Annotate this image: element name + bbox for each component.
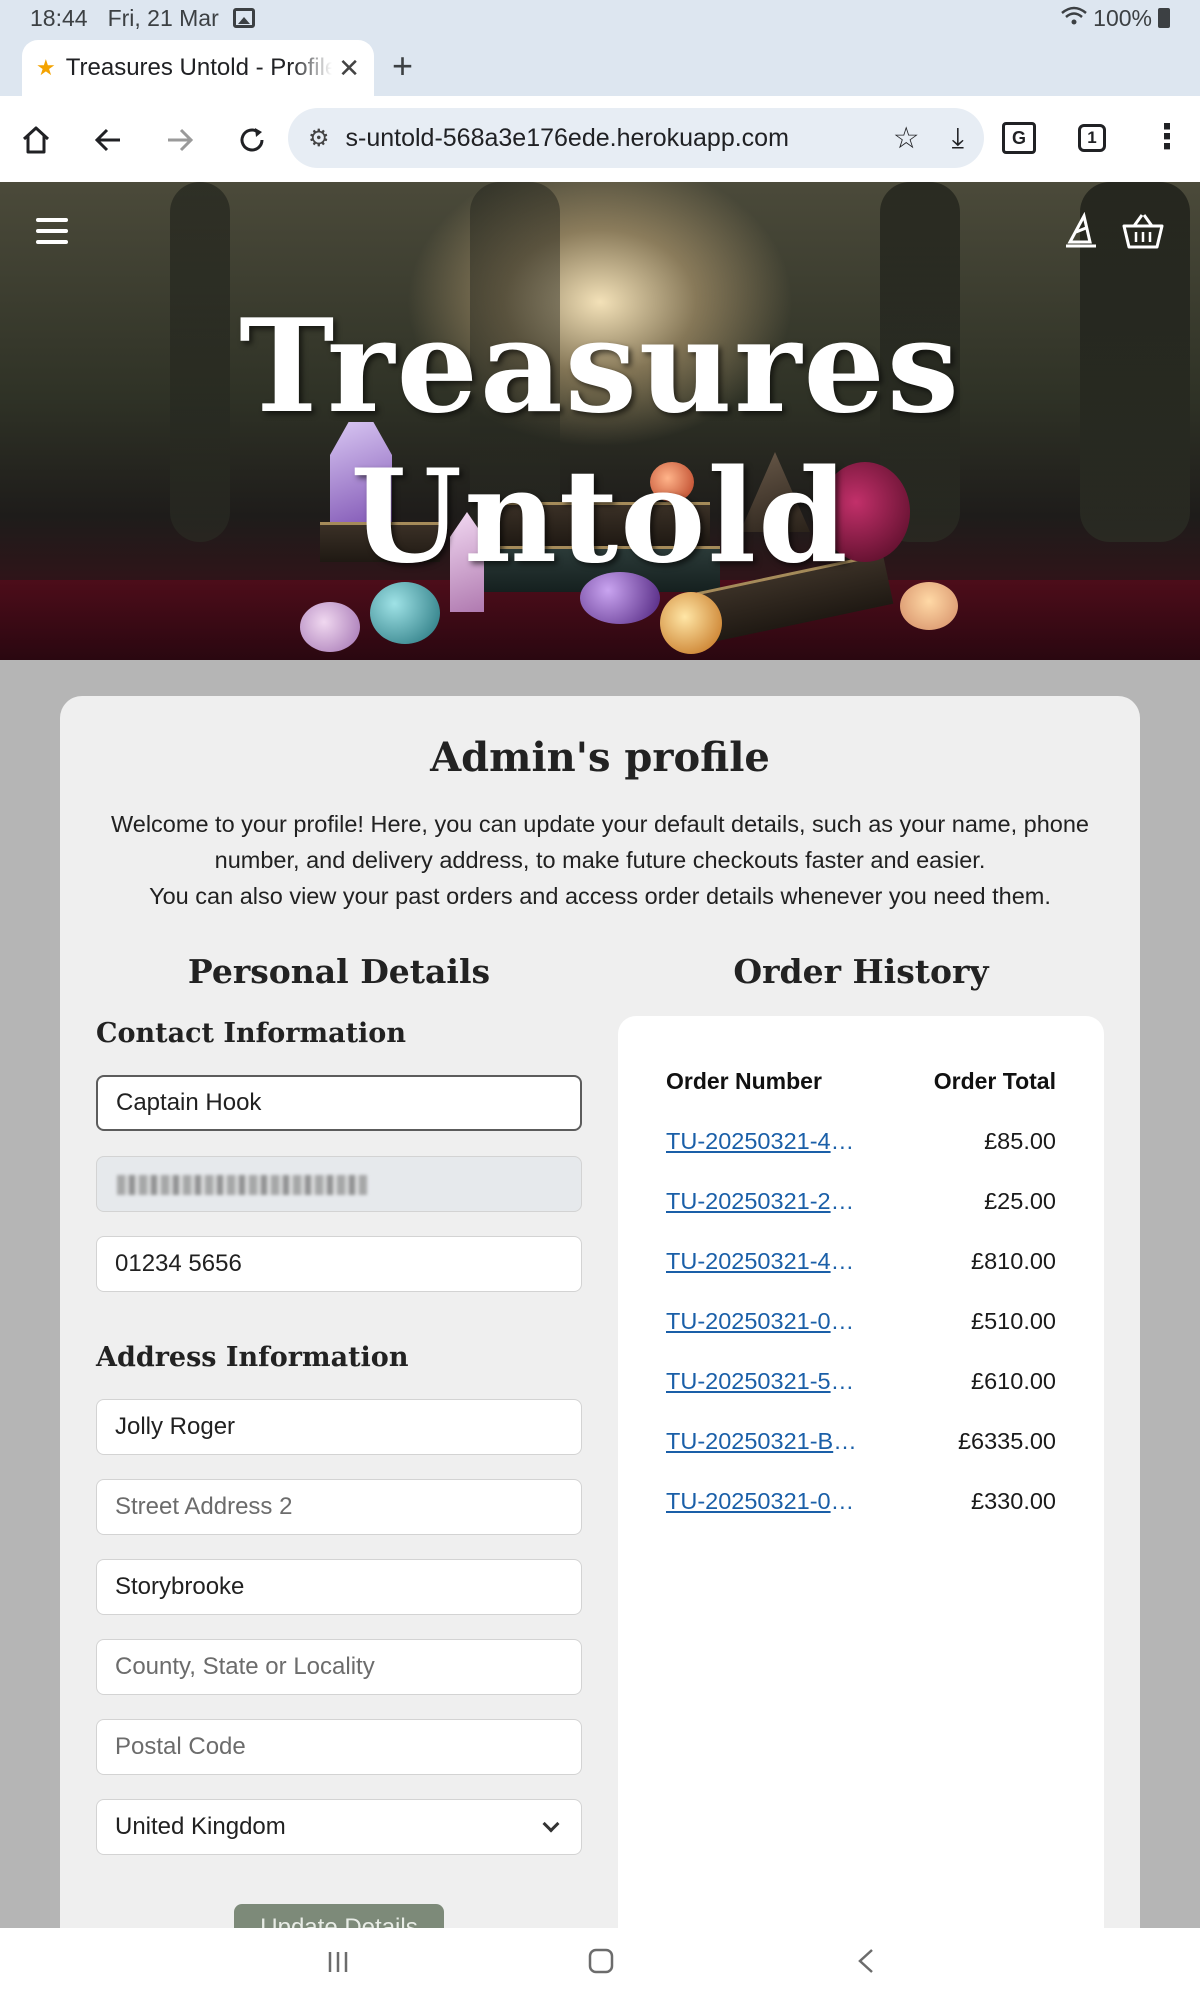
- order-row: TU-20250321-0C... £510.00: [618, 1308, 1104, 1348]
- hero-banner: Treasures Untold: [0, 182, 1200, 660]
- bookmark-star-icon[interactable]: ☆: [893, 121, 920, 156]
- address-bar[interactable]: ⚙ s-untold-568a3e176ede.herokuapp.com ☆ …: [288, 108, 984, 168]
- order-row: TU-20250321-00... £330.00: [618, 1488, 1104, 1528]
- chevron-down-icon: [542, 1815, 560, 1833]
- order-number-link[interactable]: TU-20250321-46...: [666, 1248, 862, 1275]
- order-number-link[interactable]: TU-20250321-5B...: [666, 1368, 862, 1395]
- order-row: TU-20250321-2B... £25.00: [618, 1188, 1104, 1228]
- address-information-heading: Address Information: [96, 1342, 409, 1373]
- order-row: TU-20250321-5B... £610.00: [618, 1368, 1104, 1408]
- order-number-link[interactable]: TU-20250321-0C...: [666, 1308, 862, 1335]
- town-city-field[interactable]: [96, 1559, 582, 1615]
- wifi-icon: [1061, 5, 1087, 32]
- battery-icon: [1158, 8, 1170, 28]
- profile-card: Admin's profile Welcome to your profile!…: [60, 696, 1140, 1944]
- download-icon[interactable]: ⤓: [952, 122, 964, 155]
- system-navigation-bar: [0, 1928, 1200, 2000]
- country-value: United Kingdom: [115, 1813, 286, 1840]
- browser-toolbar: ⚙ s-untold-568a3e176ede.herokuapp.com ☆ …: [0, 96, 1200, 182]
- battery-percent: 100%: [1093, 4, 1152, 31]
- recent-apps-icon[interactable]: [326, 1948, 350, 1982]
- page-title: Admin's profile: [430, 734, 770, 781]
- order-history-heading: Order History: [733, 952, 989, 991]
- gallery-icon: [232, 8, 255, 28]
- order-total: £25.00: [984, 1188, 1056, 1214]
- back-nav-icon[interactable]: [856, 1948, 876, 1982]
- reload-icon[interactable]: [230, 118, 274, 162]
- intro-text-1: Welcome to your profile! Here, you can u…: [111, 811, 1089, 873]
- full-name-field[interactable]: [96, 1075, 582, 1131]
- county-field[interactable]: [96, 1639, 582, 1695]
- genie-lamp-favicon-icon: ★: [36, 55, 56, 80]
- more-menu-icon[interactable]: ⋮: [1150, 120, 1184, 154]
- order-total: £810.00: [971, 1248, 1056, 1274]
- street-address-1-field[interactable]: [96, 1399, 582, 1455]
- translate-icon[interactable]: G: [1002, 122, 1036, 154]
- order-number-link[interactable]: TU-20250321-4B...: [666, 1128, 862, 1155]
- order-total: £610.00: [971, 1368, 1056, 1394]
- clear-crystal-decoration: [300, 602, 360, 652]
- order-number-link[interactable]: TU-20250321-2B...: [666, 1188, 862, 1215]
- order-row: TU-20250321-4B... £85.00: [618, 1128, 1104, 1168]
- site-title: Treasures Untold: [239, 292, 961, 592]
- status-date: Fri, 21 Mar: [107, 4, 219, 31]
- order-history-panel: Order Number Order Total TU-20250321-4B.…: [618, 1016, 1104, 1936]
- amber-orb-decoration: [660, 592, 722, 654]
- country-select[interactable]: United Kingdom: [96, 1799, 582, 1855]
- order-total: £510.00: [971, 1308, 1056, 1334]
- order-number-link[interactable]: TU-20250321-00...: [666, 1488, 862, 1515]
- hamburger-menu-icon[interactable]: [36, 218, 68, 251]
- contact-information-heading: Contact Information: [96, 1018, 406, 1049]
- order-row: TU-20250321-46... £810.00: [618, 1248, 1104, 1288]
- basket-cart-icon[interactable]: [1122, 212, 1164, 260]
- redacted-email: [117, 1175, 367, 1195]
- status-right: 100%: [1061, 5, 1170, 32]
- intro-text-2: You can also view your past orders and a…: [149, 883, 1051, 909]
- postcode-field[interactable]: [96, 1719, 582, 1775]
- wizard-hat-account-icon[interactable]: [1062, 211, 1100, 260]
- close-tab-icon[interactable]: ✕: [338, 53, 360, 84]
- order-total-column-header: Order Total: [933, 1068, 1056, 1094]
- profile-intro: Welcome to your profile! Here, you can u…: [100, 806, 1100, 914]
- home-nav-icon[interactable]: [588, 1948, 614, 1982]
- street-address-2-field[interactable]: [96, 1479, 582, 1535]
- phone-number-field[interactable]: [96, 1236, 582, 1292]
- home-icon[interactable]: [14, 118, 58, 162]
- order-number-column-header: Order Number: [666, 1068, 822, 1094]
- tab-title: Treasures Untold - Profile: [65, 54, 333, 81]
- order-total: £330.00: [971, 1488, 1056, 1514]
- tab-strip: ★ Treasures Untold - Profile ✕ +: [0, 36, 1200, 96]
- new-tab-icon[interactable]: +: [392, 48, 413, 84]
- personal-details-heading: Personal Details: [187, 952, 491, 991]
- tab-switcher-button[interactable]: 1: [1078, 124, 1106, 152]
- browser-tab[interactable]: ★ Treasures Untold - Profile ✕: [22, 40, 374, 96]
- status-time: 18:44: [30, 4, 88, 31]
- site-settings-icon[interactable]: ⚙: [308, 124, 330, 153]
- order-total: £85.00: [984, 1128, 1056, 1154]
- email-field: [96, 1156, 582, 1212]
- order-row: TU-20250321-B5... £6335.00: [618, 1428, 1104, 1468]
- order-number-link[interactable]: TU-20250321-B5...: [666, 1428, 862, 1455]
- order-total: £6335.00: [957, 1428, 1056, 1454]
- forward-icon[interactable]: [158, 118, 202, 162]
- url-text[interactable]: s-untold-568a3e176ede.herokuapp.com: [346, 124, 879, 153]
- back-icon[interactable]: [86, 118, 130, 162]
- status-bar: 18:44 Fri, 21 Mar 100%: [0, 0, 1200, 36]
